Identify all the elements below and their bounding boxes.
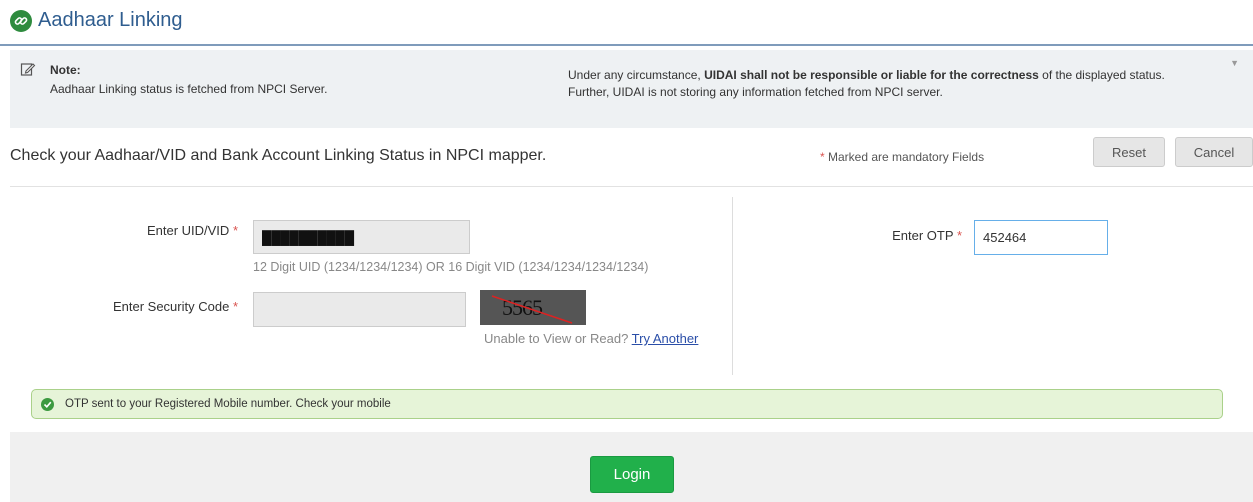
cancel-button[interactable]: Cancel [1175,137,1253,167]
note-left-text: Aadhaar Linking status is fetched from N… [50,82,328,96]
reset-button[interactable]: Reset [1093,137,1165,167]
page-header: Aadhaar Linking [0,0,1253,46]
collapse-caret-icon[interactable]: ▼ [1230,58,1239,68]
mandatory-note: * Marked are mandatory Fields [820,150,984,164]
link-icon [10,10,32,32]
otp-label-text: Enter OTP [892,228,954,243]
uid-input[interactable]: ██████████ [253,220,470,254]
note-title: Note: [50,63,81,77]
disclaimer-prefix: Under any circumstance, [568,68,705,82]
otp-input-value: 452464 [983,230,1027,245]
alert-text: OTP sent to your Registered Mobile numbe… [65,398,391,410]
otp-required-star: * [956,228,962,243]
security-code-input[interactable] [253,292,466,327]
form-footer: Login [10,432,1253,502]
edit-note-icon [20,61,36,82]
page-title: Aadhaar Linking [38,9,183,31]
captcha-help: Unable to View or Read? Try Another [484,331,698,346]
unable-text: Unable to View or Read? [484,331,632,346]
security-code-label-text: Enter Security Code [112,299,230,314]
uid-label-text: Enter UID/VID [146,223,230,238]
uid-input-value: ██████████ [262,230,355,245]
disclaimer-bold: UIDAI shall not be responsible or liable… [704,68,1039,82]
login-button[interactable]: Login [590,456,674,493]
otp-label: Enter OTP * [830,228,962,243]
otp-sent-alert: OTP sent to your Registered Mobile numbe… [31,389,1223,419]
uid-required-star: * [232,223,238,238]
uid-hint: 12 Digit UID (1234/1234/1234) OR 16 Digi… [253,260,649,274]
captcha-strike-icon [491,295,573,324]
note-disclaimer: Under any circumstance, UIDAI shall not … [568,67,1168,101]
note-panel: Note: Aadhaar Linking status is fetched … [10,50,1253,128]
check-circle-icon [41,398,54,411]
try-another-link[interactable]: Try Another [632,331,699,346]
otp-input[interactable]: 452464 [974,220,1108,255]
form-divider [732,197,733,375]
check-status-heading: Check your Aadhaar/VID and Bank Account … [10,147,547,164]
mandatory-text: Marked are mandatory Fields [824,150,985,164]
security-code-label: Enter Security Code * [70,299,238,314]
captcha-image: 5565 [480,290,586,325]
security-required-star: * [232,299,238,314]
uid-label: Enter UID/VID * [110,223,238,238]
